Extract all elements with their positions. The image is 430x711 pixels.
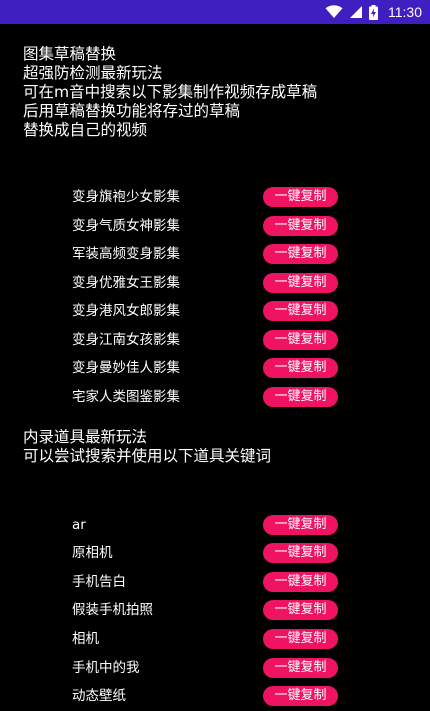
item-label: 变身港风女郎影集 [72, 303, 180, 319]
signal-icon [349, 5, 363, 19]
copy-button[interactable]: 一键复制 [263, 515, 338, 535]
item-label: 动态壁纸 [72, 688, 126, 704]
status-bar: 11:30 [0, 0, 430, 24]
section2-line: 可以尝试搜索并使用以下道具关键词 [23, 447, 272, 465]
copy-button[interactable]: 一键复制 [263, 600, 338, 620]
item-label: 变身气质女神影集 [72, 218, 180, 234]
item-label: 变身江南女孩影集 [72, 332, 180, 348]
wifi-icon [325, 5, 343, 19]
section1-line: 超强防检测最新玩法 [23, 64, 163, 82]
item-label: ar [72, 517, 86, 533]
copy-button[interactable]: 一键复制 [263, 658, 338, 678]
section1-line: 图集草稿替换 [23, 45, 117, 63]
section2-line: 内录道具最新玩法 [23, 428, 148, 446]
list-item: 宅家人类图鉴影集 一键复制 [0, 387, 430, 407]
item-label: 原相机 [72, 545, 113, 561]
list-item: ar 一键复制 [0, 515, 430, 535]
section1-line: 可在m音中搜索以下影集制作视频存成草稿 [23, 83, 318, 101]
copy-button[interactable]: 一键复制 [263, 301, 338, 321]
list-item: 假装手机拍照 一键复制 [0, 600, 430, 620]
list-item: 变身港风女郎影集 一键复制 [0, 301, 430, 321]
copy-button[interactable]: 一键复制 [263, 686, 338, 706]
item-label: 变身旗袍少女影集 [72, 189, 180, 205]
item-label: 军装高频变身影集 [72, 246, 180, 262]
item-label: 变身曼妙佳人影集 [72, 360, 180, 376]
copy-button[interactable]: 一键复制 [263, 629, 338, 649]
section1-line: 替换成自己的视频 [23, 121, 148, 139]
section2-intro: 内录道具最新玩法 可以尝试搜索并使用以下道具关键词 [23, 428, 271, 466]
list-item: 变身曼妙佳人影集 一键复制 [0, 358, 430, 378]
list-item: 变身旗袍少女影集 一键复制 [0, 187, 430, 207]
section1-line: 后用草稿替换功能将存过的草稿 [23, 102, 241, 120]
section1-intro: 图集草稿替换 超强防检测最新玩法 可在m音中搜索以下影集制作视频存成草稿 后用草… [23, 45, 317, 140]
copy-button[interactable]: 一键复制 [263, 387, 338, 407]
list-item: 军装高频变身影集 一键复制 [0, 244, 430, 264]
list-item: 变身江南女孩影集 一键复制 [0, 330, 430, 350]
item-label: 手机告白 [72, 574, 126, 590]
copy-button[interactable]: 一键复制 [263, 358, 338, 378]
copy-button[interactable]: 一键复制 [263, 244, 338, 264]
list-item: 相机 一键复制 [0, 629, 430, 649]
copy-button[interactable]: 一键复制 [263, 216, 338, 236]
status-time: 11:30 [388, 4, 422, 20]
list-item: 手机中的我 一键复制 [0, 658, 430, 678]
status-icons: 11:30 [325, 2, 422, 22]
copy-button[interactable]: 一键复制 [263, 543, 338, 563]
battery-charging-icon [369, 4, 378, 20]
copy-button[interactable]: 一键复制 [263, 273, 338, 293]
item-label: 相机 [72, 631, 99, 647]
item-label: 手机中的我 [72, 660, 140, 676]
copy-button[interactable]: 一键复制 [263, 187, 338, 207]
list-item: 变身优雅女王影集 一键复制 [0, 273, 430, 293]
list-item: 手机告白 一键复制 [0, 572, 430, 592]
list-item: 变身气质女神影集 一键复制 [0, 216, 430, 236]
item-label: 宅家人类图鉴影集 [72, 389, 180, 405]
copy-button[interactable]: 一键复制 [263, 330, 338, 350]
list-item: 原相机 一键复制 [0, 543, 430, 563]
list-item: 动态壁纸 一键复制 [0, 686, 430, 706]
item-label: 变身优雅女王影集 [72, 275, 180, 291]
copy-button[interactable]: 一键复制 [263, 572, 338, 592]
item-label: 假装手机拍照 [72, 602, 153, 618]
